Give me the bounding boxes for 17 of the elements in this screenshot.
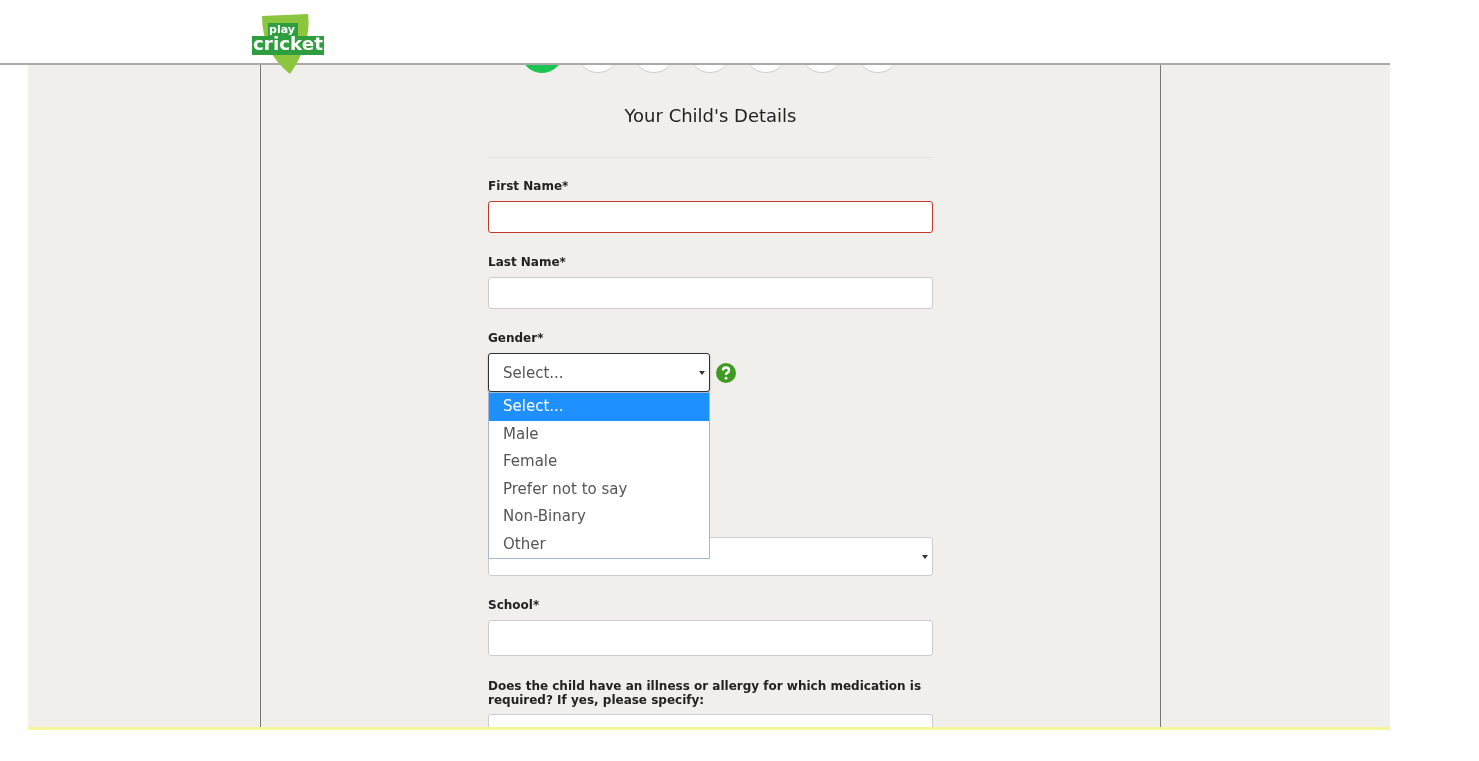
caret-icon — [922, 554, 928, 559]
field-label: Last Name* — [488, 255, 567, 270]
field-label: Does the child have an illness or allergy for which medication is required? If yes, please specify: — [488, 679, 923, 707]
dropdown-option[interactable]: Non-Binary — [489, 503, 709, 531]
form-title: Your Child's Details — [624, 104, 797, 128]
dropdown-option[interactable]: Prefer not to say — [489, 475, 709, 503]
select-value: Select... — [503, 363, 564, 382]
dropdown-option[interactable]: Other — [489, 530, 709, 558]
field-label: School* — [488, 598, 541, 613]
input-field[interactable] — [488, 201, 933, 233]
caret-icon — [699, 370, 705, 375]
dropdown-option[interactable]: Male — [489, 420, 709, 448]
help-icon[interactable] — [716, 362, 736, 383]
field-label: Gender* — [488, 331, 545, 346]
field-label: First Name* — [488, 179, 570, 194]
dropdown-option[interactable]: Female — [489, 448, 709, 476]
select-field[interactable]: Select... — [488, 353, 710, 392]
